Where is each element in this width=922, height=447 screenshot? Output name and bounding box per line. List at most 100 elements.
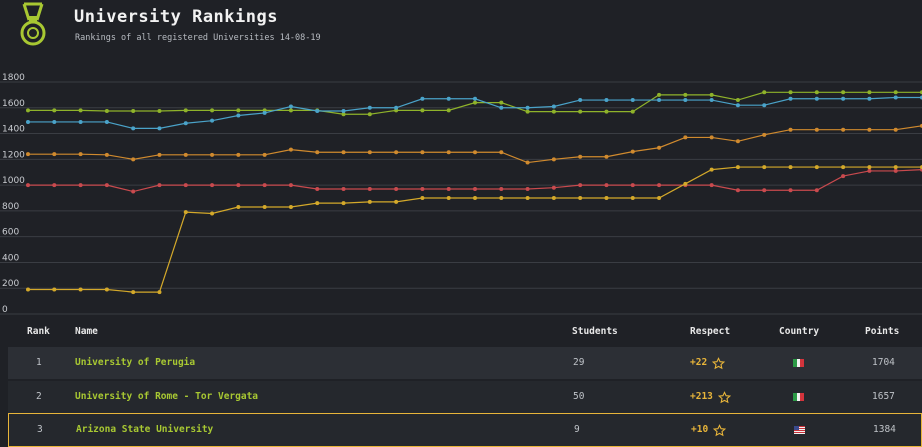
data-point[interactable] [630,109,635,114]
data-point[interactable] [183,152,188,157]
data-point[interactable] [630,196,635,200]
data-point[interactable] [236,152,241,157]
data-point[interactable] [814,165,819,170]
data-point[interactable] [157,126,162,131]
data-point[interactable] [867,165,872,170]
data-point[interactable] [762,165,767,170]
data-point[interactable] [578,183,583,188]
data-point[interactable] [52,108,57,113]
data-point[interactable] [630,149,635,154]
data-point[interactable] [578,98,583,103]
data-point[interactable] [394,199,399,204]
data-point[interactable] [525,109,530,114]
data-point[interactable] [551,104,556,109]
data-point[interactable] [814,96,819,101]
university-name-link[interactable]: University of Perugia [75,347,195,379]
data-point[interactable] [578,154,583,159]
data-point[interactable] [683,92,688,97]
data-point[interactable] [473,150,477,155]
data-point[interactable] [788,90,793,95]
data-point[interactable] [131,109,136,113]
data-point[interactable] [499,196,504,200]
data-point[interactable] [841,96,846,101]
data-point[interactable] [367,150,372,155]
data-point[interactable] [78,287,83,292]
data-point[interactable] [341,186,346,191]
data-point[interactable] [52,152,57,157]
data-point[interactable] [867,96,872,101]
data-point[interactable] [578,109,583,114]
table-row-highlighted[interactable]: 3 Arizona State University 9 +10 1384 [8,413,922,447]
data-point[interactable] [394,150,399,155]
data-point[interactable] [788,127,793,132]
data-point[interactable] [446,108,451,113]
data-point[interactable] [446,196,451,200]
data-point[interactable] [288,183,293,188]
star-icon[interactable] [717,390,731,404]
data-point[interactable] [288,147,293,152]
data-point[interactable] [867,90,872,95]
data-point[interactable] [551,196,556,200]
data-point[interactable] [446,150,451,155]
data-point[interactable] [709,135,714,140]
data-point[interactable] [262,205,267,210]
data-point[interactable] [394,105,399,110]
data-point[interactable] [315,186,320,191]
data-point[interactable] [551,109,556,114]
data-point[interactable] [26,119,30,124]
data-point[interactable] [52,119,57,124]
data-point[interactable] [762,188,767,193]
data-point[interactable] [104,152,109,157]
data-point[interactable] [420,96,425,101]
data-point[interactable] [262,183,267,188]
data-point[interactable] [709,167,714,172]
data-point[interactable] [236,205,241,210]
header-students[interactable]: Students [572,326,618,337]
data-point[interactable] [341,109,346,113]
data-point[interactable] [525,160,530,165]
data-point[interactable] [657,98,662,103]
data-point[interactable] [841,165,846,170]
data-point[interactable] [210,183,215,188]
data-point[interactable] [315,150,320,155]
data-point[interactable] [341,201,346,206]
data-point[interactable] [893,165,898,170]
data-point[interactable] [604,109,609,114]
data-point[interactable] [788,165,793,170]
data-point[interactable] [499,105,504,110]
data-point[interactable] [420,196,425,200]
data-point[interactable] [762,103,767,108]
data-point[interactable] [210,152,215,157]
data-point[interactable] [131,189,136,194]
data-point[interactable] [499,186,504,191]
header-rank[interactable]: Rank [27,326,50,337]
data-point[interactable] [683,181,688,186]
data-point[interactable] [709,92,714,97]
data-point[interactable] [104,287,109,292]
data-point[interactable] [473,186,477,191]
data-point[interactable] [157,183,162,188]
table-row[interactable]: 1 University of Perugia 29 +22 1704 [8,347,922,379]
star-icon[interactable] [712,356,726,370]
data-point[interactable] [288,205,293,210]
data-point[interactable] [52,183,57,188]
table-row[interactable]: 2 University of Rome - Tor Vergata 50 +2… [8,381,922,413]
header-respect[interactable]: Respect [690,326,730,337]
data-point[interactable] [341,150,346,155]
data-point[interactable] [814,188,819,193]
data-point[interactable] [499,100,504,105]
data-point[interactable] [367,186,372,191]
data-point[interactable] [420,150,425,155]
data-point[interactable] [551,185,556,190]
data-point[interactable] [683,135,688,140]
data-point[interactable] [525,186,530,191]
data-point[interactable] [78,183,83,188]
data-point[interactable] [867,168,872,173]
data-point[interactable] [183,108,188,113]
data-point[interactable] [183,121,188,126]
data-point[interactable] [78,152,83,157]
header-country[interactable]: Country [779,326,819,337]
data-point[interactable] [236,183,241,188]
data-point[interactable] [867,127,872,132]
data-point[interactable] [814,90,819,95]
